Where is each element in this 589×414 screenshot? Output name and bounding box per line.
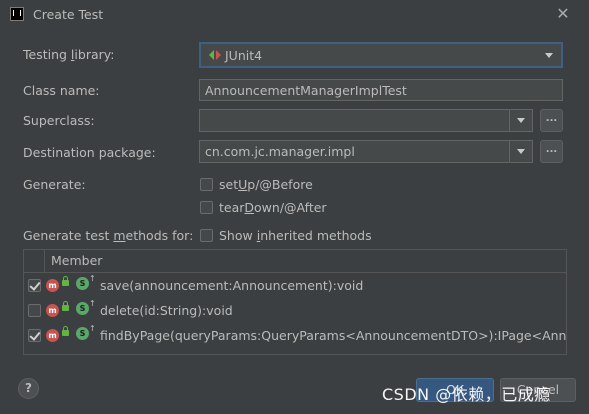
member-column-header[interactable]: Member [51, 253, 102, 268]
testing-library-value: JUnit4 [225, 48, 263, 63]
override-arrow-icon: ↑ [89, 299, 96, 308]
method-signature: delete(id:String):void [100, 303, 233, 318]
table-header: Member [24, 250, 566, 273]
combo-separator [509, 110, 510, 131]
show-inherited-label: Show inherited methods [219, 228, 372, 243]
horizontal-scrollbar[interactable] [24, 349, 566, 354]
spring-bean-icon: S [76, 327, 89, 340]
superclass-label: Superclass: [23, 113, 95, 128]
superclass-combo[interactable] [199, 109, 533, 132]
setup-checkbox[interactable] [200, 178, 213, 191]
class-name-label: Class name: [23, 83, 100, 98]
row-checkbox[interactable] [28, 279, 41, 292]
superclass-browse-button[interactable]: ... [540, 109, 563, 132]
csdn-watermark: CSDN @依赖，已成瘾 [382, 385, 551, 404]
teardown-checkbox[interactable] [200, 201, 213, 214]
public-lock-icon [62, 326, 69, 336]
method-signature: save(announcement:Announcement):void [100, 278, 364, 293]
member-table[interactable]: Member m S ↑ save(announcement:Announcem… [23, 249, 567, 355]
row-checkbox[interactable] [28, 329, 41, 342]
method-icon: m [46, 304, 59, 317]
generate-label: Generate: [23, 177, 86, 192]
chevron-down-icon[interactable] [517, 118, 525, 123]
setup-label: setUp/@Before [219, 177, 313, 192]
public-lock-icon [62, 276, 69, 286]
table-row[interactable]: m S ↑ delete(id:String):void [24, 298, 566, 323]
chevron-down-icon[interactable] [517, 149, 525, 154]
override-arrow-icon: ↑ [89, 274, 96, 283]
class-name-input[interactable]: AnnouncementManagerImplTest [199, 79, 563, 101]
destination-package-browse-button[interactable]: ... [540, 140, 563, 163]
row-checkbox[interactable] [28, 304, 41, 317]
combo-separator [509, 141, 510, 162]
methods-for-label: Generate test methods for: [23, 228, 194, 243]
public-lock-icon [62, 301, 69, 311]
spring-bean-icon: S [76, 302, 89, 315]
testing-library-label: Testing library: [23, 47, 115, 62]
testing-library-select[interactable]: JUnit4 [199, 42, 563, 68]
method-signature: findByPage(queryParams:QueryParams<Annou… [100, 328, 567, 343]
spring-bean-icon: S [76, 277, 89, 290]
help-button[interactable]: ? [18, 378, 39, 399]
show-inherited-checkbox[interactable] [200, 229, 213, 242]
class-name-value: AnnouncementManagerImplTest [205, 83, 407, 98]
table-row[interactable]: m S ↑ findByPage(queryParams:QueryParams… [24, 323, 566, 348]
dialog-title: Create Test [33, 7, 104, 22]
teardown-label: tearDown/@After [219, 200, 327, 215]
method-icon: m [46, 329, 59, 342]
destination-package-value: cn.com.jc.manager.impl [205, 144, 355, 159]
method-icon: m [46, 279, 59, 292]
destination-package-label: Destination package: [23, 145, 156, 160]
title-bar: Create Test ✕ [0, 0, 589, 30]
table-row[interactable]: m S ↑ save(announcement:Announcement):vo… [24, 273, 566, 298]
destination-package-combo[interactable]: cn.com.jc.manager.impl [199, 140, 533, 163]
chevron-down-icon[interactable] [545, 53, 553, 58]
junit-icon [209, 50, 221, 60]
intellij-app-icon [10, 7, 24, 21]
close-icon[interactable]: ✕ [553, 4, 573, 24]
override-arrow-icon: ↑ [89, 324, 96, 333]
column-divider [44, 250, 45, 272]
